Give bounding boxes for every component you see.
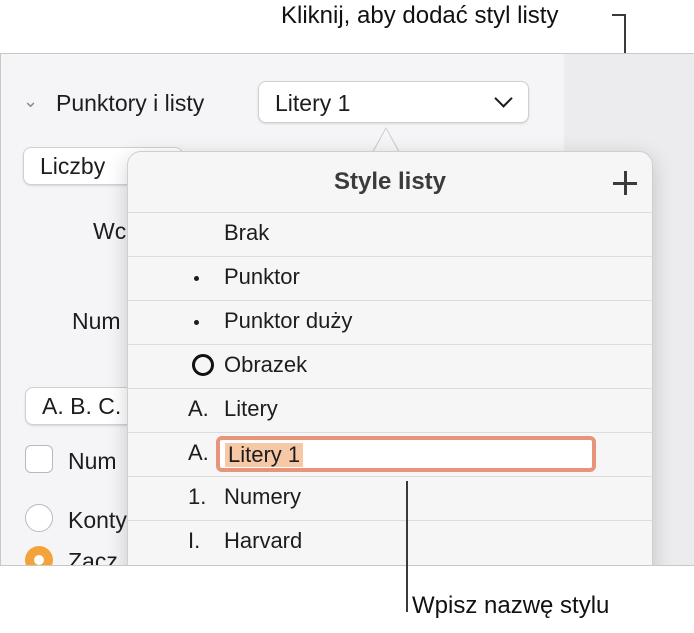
- list-marker: 1.: [188, 484, 207, 509]
- app-window: ⌄ Punktory i listy Litery 1 Liczby Wc Nu…: [0, 53, 694, 566]
- list-item-harvard[interactable]: I. Harvard: [128, 520, 652, 564]
- radio-start[interactable]: [25, 546, 53, 565]
- radio-start-label: Zacz: [68, 548, 118, 566]
- list-item-label: Punktor duży: [224, 308, 353, 333]
- list-item-label: Punktor: [224, 264, 300, 289]
- list-marker: A.: [188, 396, 209, 421]
- list-style-popup[interactable]: Litery 1: [258, 81, 529, 123]
- plus-icon[interactable]: [612, 170, 638, 196]
- list-item-label: Brak: [224, 220, 270, 245]
- list-style-value: Litery 1: [275, 90, 351, 116]
- checkbox[interactable]: [25, 445, 53, 473]
- bullet-icon: [194, 320, 199, 325]
- callout-add-style: Kliknij, aby dodać styl listy: [281, 2, 559, 29]
- callout-type-name: Wpisz nazwę stylu: [412, 592, 610, 619]
- number-label: Num: [72, 308, 121, 334]
- section-title: Punktory i listy: [56, 90, 205, 116]
- list-item-label: Litery: [224, 396, 278, 421]
- format-value: A. B. C.: [42, 393, 122, 419]
- numbers-value: Liczby: [40, 153, 106, 179]
- chevron-down-icon[interactable]: ⌄: [23, 91, 38, 112]
- popover-title: Style listy: [333, 168, 447, 195]
- list-item-editing[interactable]: A. Litery 1: [128, 432, 652, 476]
- list-item-label: Numery: [224, 484, 302, 509]
- callout-line-top-tick: [612, 14, 626, 16]
- chevron-down-icon: [494, 89, 513, 108]
- indent-label: Wc: [93, 218, 127, 244]
- callout-line-bottom: [406, 481, 408, 612]
- bullet-icon: [194, 276, 199, 281]
- list-item-bullet[interactable]: Punktor: [128, 256, 652, 300]
- list-item-none[interactable]: Brak: [128, 212, 652, 256]
- style-name-value: Litery 1: [225, 443, 304, 467]
- radio-continue[interactable]: [25, 504, 53, 532]
- list-item-label: Harvard: [224, 528, 303, 553]
- list-item-bullet-large[interactable]: Punktor duży: [128, 300, 652, 344]
- list-marker: I.: [188, 528, 201, 553]
- list-marker: A.: [188, 440, 209, 465]
- list-styles-popover: Style listy Brak Punktor Punktor duży Ob…: [127, 151, 653, 565]
- radio-continue-label: Konty: [68, 507, 127, 533]
- list-item-letters[interactable]: A. Litery: [128, 388, 652, 432]
- checkbox-label: Num: [68, 448, 117, 474]
- style-name-input[interactable]: Litery 1: [216, 436, 596, 472]
- list-item-image[interactable]: Obrazek: [128, 344, 652, 388]
- list-item-numbers[interactable]: 1. Numery: [128, 476, 652, 520]
- list-item-label: Obrazek: [224, 352, 308, 377]
- circle-image-icon: [192, 354, 214, 376]
